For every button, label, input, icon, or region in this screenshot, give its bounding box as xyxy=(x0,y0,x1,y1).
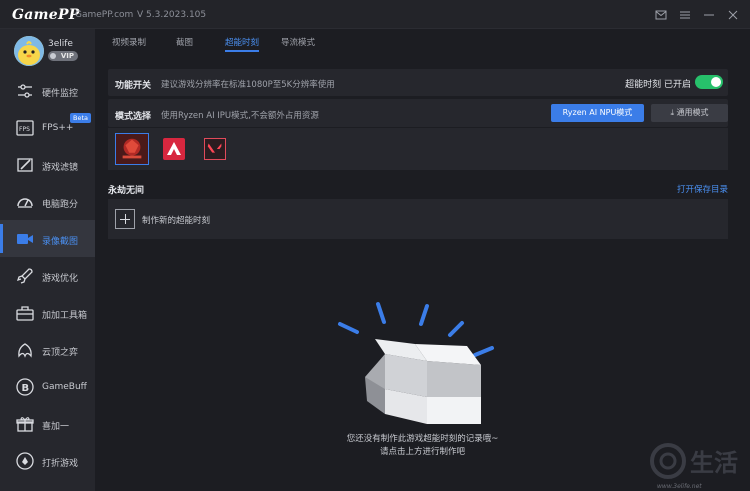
mail-icon[interactable] xyxy=(654,8,668,22)
section-title: 永劫无间 xyxy=(108,186,145,196)
avatar[interactable] xyxy=(14,36,44,66)
close-icon[interactable] xyxy=(726,8,740,22)
sidebar-item-label: 录像截图 xyxy=(42,237,79,247)
fps-icon: FPS xyxy=(15,118,35,138)
camera-icon xyxy=(15,229,35,249)
vip-badge: VIP xyxy=(48,51,78,61)
tab-stream-mode[interactable]: 导流模式 xyxy=(281,36,315,48)
tab-super-moment[interactable]: 超能时刻 xyxy=(225,36,260,52)
sidebar-item-gamebuff[interactable]: B GameBuff xyxy=(0,368,95,405)
sidebar-item-label: 喜加一 xyxy=(42,422,70,432)
mode-select-desc: 使用Ryzen AI IPU模式,不会额外占用资源 xyxy=(161,111,319,121)
tab-screenshot[interactable]: 截图 xyxy=(176,36,193,48)
user-profile[interactable]: 3elife VIP xyxy=(0,29,95,72)
general-mode-label: 通用模式 xyxy=(676,108,709,117)
sidebar-item-label: 加加工具箱 xyxy=(42,311,88,321)
gamebuff-icon: B xyxy=(15,377,35,397)
watermark-url: www.3elife.net xyxy=(657,483,702,490)
svg-text:FPS: FPS xyxy=(19,126,30,133)
site-link[interactable]: GamePP.com xyxy=(75,10,133,20)
sidebar-item-label: 电脑跑分 xyxy=(42,200,79,210)
toggle-status-text: 超能时刻 已开启 xyxy=(625,80,691,90)
open-save-dir-link[interactable]: 打开保存目录 xyxy=(677,183,728,195)
feature-switch-label: 功能开关 xyxy=(115,81,152,91)
sidebar-item-label: 云顶之弈 xyxy=(42,348,79,358)
title-bar: GamePP GamePP.com V 5.3.2023.105 xyxy=(0,0,750,29)
super-moment-toggle[interactable] xyxy=(695,75,723,89)
empty-box-icon xyxy=(335,299,495,429)
sidebar-item-free-games[interactable]: 喜加一 xyxy=(0,405,95,442)
game-list xyxy=(108,128,728,170)
sidebar-item-recording[interactable]: 录像截图 xyxy=(0,220,95,257)
beta-badge: Beta xyxy=(70,113,91,123)
sidebar-item-label: GameBuff xyxy=(42,382,87,392)
sidebar: 3elife VIP 硬件监控 FPS FPS++ Beta 游戏滤镜 电脑跑分… xyxy=(0,29,95,491)
sidebar-item-label: 打折游戏 xyxy=(42,459,79,469)
tab-bar: 视频录制 截图 超能时刻 导流模式 xyxy=(95,29,750,54)
menu-icon[interactable] xyxy=(678,8,692,22)
watermark-text: 生活 xyxy=(690,449,738,477)
sidebar-item-label: 游戏优化 xyxy=(42,274,79,284)
sidebar-item-label: 硬件监控 xyxy=(42,89,79,99)
toolbox-icon xyxy=(15,303,35,323)
hardware-monitor-icon xyxy=(15,81,35,101)
tft-icon xyxy=(15,340,35,360)
mode-select-row: 模式选择 使用Ryzen AI IPU模式,不会额外占用资源 Ryzen AI … xyxy=(108,99,728,127)
svg-text:B: B xyxy=(22,383,30,394)
gift-icon xyxy=(15,414,35,434)
username: 3elife xyxy=(48,39,73,49)
minimize-icon[interactable] xyxy=(702,8,716,22)
sidebar-item-label: FPS++ xyxy=(42,123,74,133)
sidebar-item-toolbox[interactable]: 加加工具箱 xyxy=(0,294,95,331)
benchmark-icon xyxy=(15,192,35,212)
filter-icon xyxy=(15,155,35,175)
sidebar-item-tft[interactable]: 云顶之弈 xyxy=(0,331,95,368)
valorant-game-icon[interactable] xyxy=(204,138,226,160)
mode-select-label: 模式选择 xyxy=(115,112,152,122)
feature-switch-desc: 建议游戏分辨率在标准1080P至5K分辨率使用 xyxy=(161,80,335,90)
main-panel: 视频录制 截图 超能时刻 导流模式 功能开关 建议游戏分辨率在标准1080P至5… xyxy=(95,29,750,491)
app-logo: GamePP xyxy=(12,7,80,23)
sidebar-item-benchmark[interactable]: 电脑跑分 xyxy=(0,183,95,220)
feature-switch-row: 功能开关 建议游戏分辨率在标准1080P至5K分辨率使用 超能时刻 已开启 xyxy=(108,69,728,96)
ryzen-ai-mode-button[interactable]: Ryzen AI NPU模式 xyxy=(551,104,644,122)
sidebar-item-game-optimize[interactable]: 游戏优化 xyxy=(0,257,95,294)
general-mode-button[interactable]: ⤓ 通用模式 xyxy=(651,104,728,122)
sidebar-item-fps[interactable]: FPS FPS++ Beta xyxy=(0,109,95,146)
apex-game-icon[interactable] xyxy=(163,138,185,160)
tab-video-record[interactable]: 视频录制 xyxy=(112,36,146,48)
naraka-game-icon[interactable] xyxy=(115,133,149,165)
sidebar-item-game-filter[interactable]: 游戏滤镜 xyxy=(0,146,95,183)
plus-icon[interactable] xyxy=(115,209,135,229)
rocket-icon xyxy=(15,266,35,286)
sidebar-item-discount[interactable]: 打折游戏 xyxy=(0,442,95,479)
discount-icon xyxy=(15,451,35,471)
create-new-row[interactable]: 制作新的超能时刻 xyxy=(108,199,728,239)
create-new-label: 制作新的超能时刻 xyxy=(142,216,211,226)
sidebar-item-hardware-monitor[interactable]: 硬件监控 xyxy=(0,72,95,109)
version-label: V 5.3.2023.105 xyxy=(137,10,207,20)
sidebar-item-label: 游戏滤镜 xyxy=(42,163,79,173)
